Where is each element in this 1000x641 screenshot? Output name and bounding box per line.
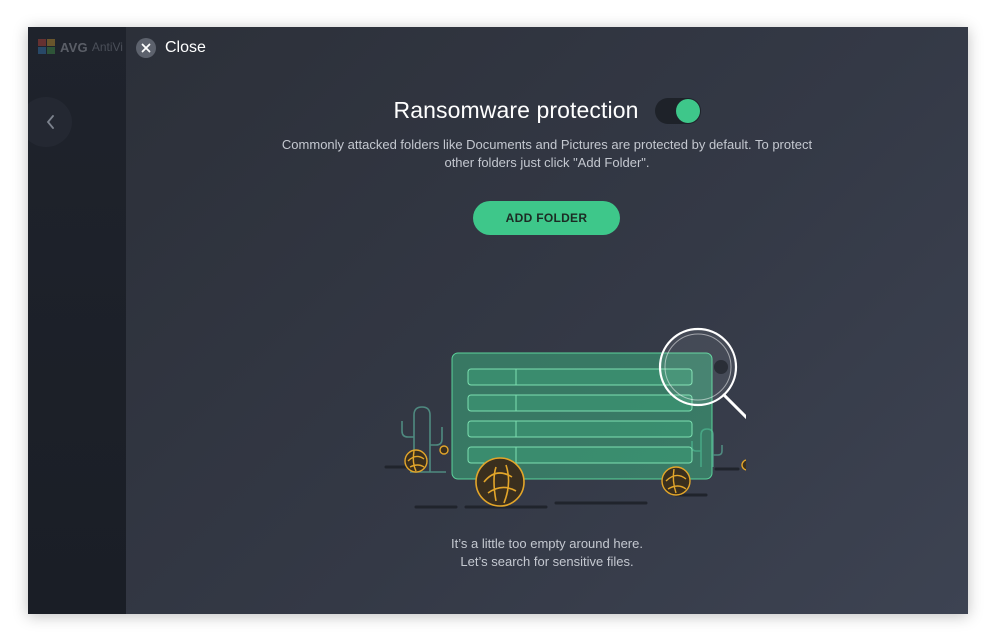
logo-text: AVG <box>60 39 88 55</box>
chevron-left-icon <box>46 115 54 129</box>
title-row: Ransomware protection <box>126 97 968 124</box>
app-logo: AVG AntiVi <box>38 39 123 55</box>
close-button[interactable]: Close <box>136 38 206 58</box>
ransomware-protection-toggle[interactable] <box>654 97 701 124</box>
description-line-1: Commonly attacked folders like Documents… <box>281 137 813 152</box>
page-title: Ransomware protection <box>393 97 639 123</box>
toggle-knob <box>675 98 700 123</box>
description-line-2: other folders just click "Add Folder". <box>444 155 650 170</box>
sidebar-background: AVG AntiVi <box>28 27 126 614</box>
back-button[interactable] <box>28 97 72 147</box>
tumbleweed-large-icon <box>475 457 525 507</box>
empty-folder-search-illustration <box>384 327 746 509</box>
tumbleweed-small-icon <box>404 445 449 473</box>
close-icon <box>136 38 156 58</box>
close-label: Close <box>165 39 206 56</box>
product-name: AntiVi <box>91 40 123 54</box>
add-folder-button[interactable]: ADD FOLDER <box>473 201 620 235</box>
empty-line-1: It’s a little too empty around here. <box>451 536 643 551</box>
avg-logo-icon <box>38 39 56 55</box>
app-window: AVG AntiVi Close Ransomware protection C… <box>28 27 968 614</box>
ransomware-protection-panel: Close Ransomware protection Commonly att… <box>126 27 968 614</box>
empty-line-2: Let’s search for sensitive files. <box>460 554 634 569</box>
description: Commonly attacked folders like Documents… <box>126 136 968 172</box>
empty-state-message: It’s a little too empty around here. Let… <box>126 535 968 571</box>
